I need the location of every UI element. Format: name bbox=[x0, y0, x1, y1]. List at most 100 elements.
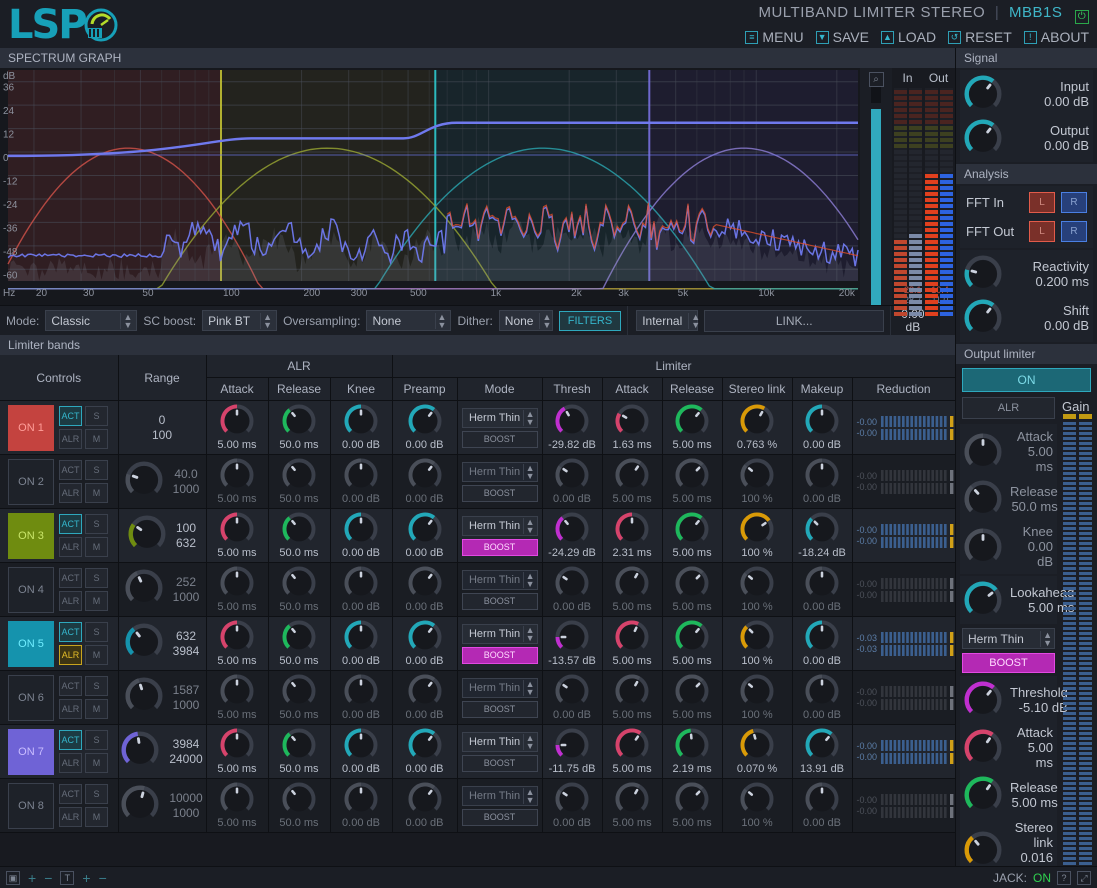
band-7-alr-button[interactable]: ALR bbox=[59, 753, 82, 773]
band-3-thresh-knob[interactable]: -24.29 dB bbox=[543, 512, 602, 559]
band-4-thresh-knob[interactable]: 0.00 dB bbox=[543, 566, 602, 613]
band-5-alr-button[interactable]: ALR bbox=[59, 645, 82, 665]
oversampling-select[interactable]: None ▲ ▼ bbox=[366, 310, 452, 331]
band-4-alr-knee-knob[interactable]: 0.00 dB bbox=[331, 566, 392, 613]
band-3-mode-select[interactable]: Herm Thin ▲ ▼ bbox=[461, 515, 538, 536]
band-2-boost-button[interactable]: BOOST bbox=[461, 484, 538, 502]
band-6-alr-knee-knob[interactable]: 0.00 dB bbox=[331, 674, 392, 721]
band-5-mute-button[interactable]: M bbox=[85, 645, 108, 665]
band-3-makeup-knob[interactable]: -18.24 dB bbox=[793, 512, 852, 559]
band-4-range-knob[interactable] bbox=[125, 569, 163, 610]
band-1-solo-button[interactable]: S bbox=[85, 406, 108, 426]
band-3-boost-button[interactable]: BOOST bbox=[461, 538, 538, 556]
band-7-alr-attack-knob[interactable]: 5.00 ms bbox=[207, 728, 268, 775]
band-8-enable-button[interactable]: ON 8 bbox=[8, 782, 54, 829]
text-icon[interactable]: T bbox=[60, 870, 75, 885]
band-3-preamp-knob[interactable]: 0.00 dB bbox=[393, 512, 457, 559]
band-6-makeup-knob[interactable]: 0.00 dB bbox=[793, 674, 852, 721]
band-3-stereo-link-knob[interactable]: 100 % bbox=[723, 512, 792, 559]
band-5-preamp-knob[interactable]: 0.00 dB bbox=[393, 620, 457, 667]
band-1-alr-release-knob[interactable]: 50.0 ms bbox=[269, 404, 330, 451]
band-6-alr-button[interactable]: ALR bbox=[59, 699, 82, 719]
band-8-mute-button[interactable]: M bbox=[85, 807, 108, 827]
band-7-boost-button[interactable]: BOOST bbox=[461, 754, 538, 772]
band-1-attack-knob[interactable]: 1.63 ms bbox=[603, 404, 662, 451]
band-3-enable-button[interactable]: ON 3 bbox=[8, 512, 54, 559]
ol-alr-release-knob[interactable] bbox=[964, 480, 1002, 518]
band-5-attack-knob[interactable]: 5.00 ms bbox=[603, 620, 662, 667]
band-3-alr-button[interactable]: ALR bbox=[59, 537, 82, 557]
band-7-enable-button[interactable]: ON 7 bbox=[8, 728, 54, 775]
link-source-select[interactable]: Internal ▲ ▼ bbox=[636, 310, 700, 331]
ol-mode-select[interactable]: Herm Thin ▲ ▼ bbox=[962, 628, 1055, 649]
band-7-attack-knob[interactable]: 5.00 ms bbox=[603, 728, 662, 775]
band-8-mode-select[interactable]: Herm Thin ▲ ▼ bbox=[461, 785, 538, 806]
band-5-alr-release-knob[interactable]: 50.0 ms bbox=[269, 620, 330, 667]
reactivity-knob[interactable] bbox=[964, 255, 1002, 293]
plus-icon[interactable]: + bbox=[82, 870, 90, 886]
band-2-mute-button[interactable]: M bbox=[85, 483, 108, 503]
band-4-alr-attack-knob[interactable]: 5.00 ms bbox=[207, 566, 268, 613]
band-5-thresh-knob[interactable]: -13.57 dB bbox=[543, 620, 602, 667]
band-2-preamp-knob[interactable]: 0.00 dB bbox=[393, 458, 457, 505]
window-icon[interactable]: ▣ bbox=[6, 870, 20, 885]
band-7-makeup-knob[interactable]: 13.91 dB bbox=[793, 728, 852, 775]
band-8-stereo-link-knob[interactable]: 100 % bbox=[723, 782, 792, 829]
band-1-alr-attack-knob[interactable]: 5.00 ms bbox=[207, 404, 268, 451]
band-5-act-button[interactable]: ACT bbox=[59, 622, 82, 642]
band-8-range-knob[interactable] bbox=[121, 785, 159, 826]
band-3-alr-knee-knob[interactable]: 0.00 dB bbox=[331, 512, 392, 559]
band-5-stereo-link-knob[interactable]: 100 % bbox=[723, 620, 792, 667]
ol-boost-button[interactable]: BOOST bbox=[962, 653, 1055, 673]
band-6-thresh-knob[interactable]: 0.00 dB bbox=[543, 674, 602, 721]
band-2-release-knob[interactable]: 5.00 ms bbox=[663, 458, 722, 505]
output-gain-knob[interactable] bbox=[964, 119, 1002, 157]
band-7-thresh-knob[interactable]: -11.75 dB bbox=[543, 728, 602, 775]
band-6-alr-release-knob[interactable]: 50.0 ms bbox=[269, 674, 330, 721]
band-8-preamp-knob[interactable]: 0.00 dB bbox=[393, 782, 457, 829]
band-3-alr-attack-knob[interactable]: 5.00 ms bbox=[207, 512, 268, 559]
band-4-enable-button[interactable]: ON 4 bbox=[8, 566, 54, 613]
band-4-alr-release-knob[interactable]: 50.0 ms bbox=[269, 566, 330, 613]
band-7-act-button[interactable]: ACT bbox=[59, 730, 82, 750]
band-1-alr-knee-knob[interactable]: 0.00 dB bbox=[331, 404, 392, 451]
band-2-solo-button[interactable]: S bbox=[85, 460, 108, 480]
ol-release-knob[interactable] bbox=[964, 776, 1002, 814]
band-2-range-knob[interactable] bbox=[125, 461, 163, 502]
band-7-alr-release-knob[interactable]: 50.0 ms bbox=[269, 728, 330, 775]
band-8-attack-knob[interactable]: 5.00 ms bbox=[603, 782, 662, 829]
ol-alr-attack-knob[interactable] bbox=[964, 433, 1002, 471]
band-8-thresh-knob[interactable]: 0.00 dB bbox=[543, 782, 602, 829]
band-3-release-knob[interactable]: 5.00 ms bbox=[663, 512, 722, 559]
band-2-thresh-knob[interactable]: 0.00 dB bbox=[543, 458, 602, 505]
band-4-preamp-knob[interactable]: 0.00 dB bbox=[393, 566, 457, 613]
band-6-stereo-link-knob[interactable]: 100 % bbox=[723, 674, 792, 721]
band-8-alr-button[interactable]: ALR bbox=[59, 807, 82, 827]
band-5-mode-select[interactable]: Herm Thin ▲ ▼ bbox=[461, 623, 538, 644]
band-4-act-button[interactable]: ACT bbox=[59, 568, 82, 588]
band-8-alr-attack-knob[interactable]: 5.00 ms bbox=[207, 782, 268, 829]
band-1-boost-button[interactable]: BOOST bbox=[461, 430, 538, 448]
band-6-attack-knob[interactable]: 5.00 ms bbox=[603, 674, 662, 721]
band-6-release-knob[interactable]: 5.00 ms bbox=[663, 674, 722, 721]
band-2-act-button[interactable]: ACT bbox=[59, 460, 82, 480]
band-4-mute-button[interactable]: M bbox=[85, 591, 108, 611]
band-7-preamp-knob[interactable]: 0.00 dB bbox=[393, 728, 457, 775]
fullscreen-icon[interactable]: ⤢ bbox=[1077, 870, 1091, 885]
band-4-makeup-knob[interactable]: 0.00 dB bbox=[793, 566, 852, 613]
band-2-stereo-link-knob[interactable]: 100 % bbox=[723, 458, 792, 505]
band-4-stereo-link-knob[interactable]: 100 % bbox=[723, 566, 792, 613]
band-3-alr-release-knob[interactable]: 50.0 ms bbox=[269, 512, 330, 559]
band-7-release-knob[interactable]: 2.19 ms bbox=[663, 728, 722, 775]
zoom-icon[interactable]: ⌕ bbox=[868, 72, 884, 87]
band-6-solo-button[interactable]: S bbox=[85, 676, 108, 696]
band-2-alr-knee-knob[interactable]: 0.00 dB bbox=[331, 458, 392, 505]
fft-out-right-button[interactable]: R bbox=[1061, 221, 1087, 242]
band-3-solo-button[interactable]: S bbox=[85, 514, 108, 534]
reset-button[interactable]: ↺ RESET bbox=[948, 29, 1012, 45]
zoom-slider[interactable] bbox=[871, 109, 881, 305]
band-4-attack-knob[interactable]: 5.00 ms bbox=[603, 566, 662, 613]
band-8-makeup-knob[interactable]: 0.00 dB bbox=[793, 782, 852, 829]
band-2-alr-release-knob[interactable]: 50.0 ms bbox=[269, 458, 330, 505]
menu-button[interactable]: ≡ MENU bbox=[745, 29, 804, 45]
